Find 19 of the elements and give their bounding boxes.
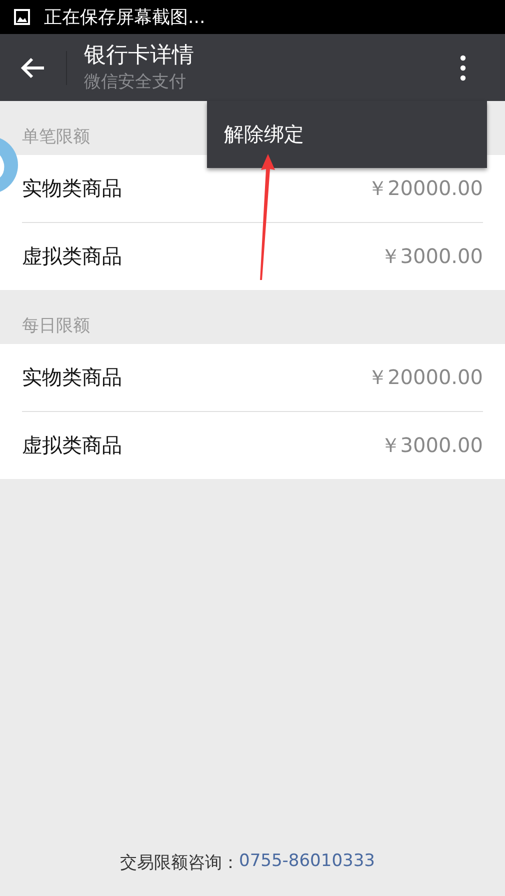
row-label: 虚拟类商品 (22, 432, 122, 459)
back-icon[interactable] (20, 56, 46, 78)
footer-label: 交易限额咨询： (120, 852, 240, 874)
page-title: 银行卡详情 (84, 42, 195, 70)
image-icon (14, 9, 30, 25)
section-title: 每日限额 (22, 315, 90, 338)
status-text: 正在保存屏幕截图... (44, 6, 206, 29)
row-label: 实物类商品 (22, 364, 122, 391)
row-amount: ￥20000.00 (368, 364, 483, 391)
page-subtitle: 微信安全支付 (84, 70, 187, 94)
row-label: 虚拟类商品 (22, 243, 122, 270)
row-label: 实物类商品 (22, 175, 122, 202)
row-amount: ￥20000.00 (368, 175, 483, 202)
row-amount: ￥3000.00 (380, 243, 483, 270)
phone-link[interactable]: 0755-86010333 (239, 851, 375, 874)
row-amount: ￥3000.00 (380, 432, 483, 459)
more-icon[interactable] (460, 54, 466, 80)
menu-item[interactable]: 解除绑定 (207, 121, 304, 148)
section-title: 单笔限额 (22, 126, 90, 149)
